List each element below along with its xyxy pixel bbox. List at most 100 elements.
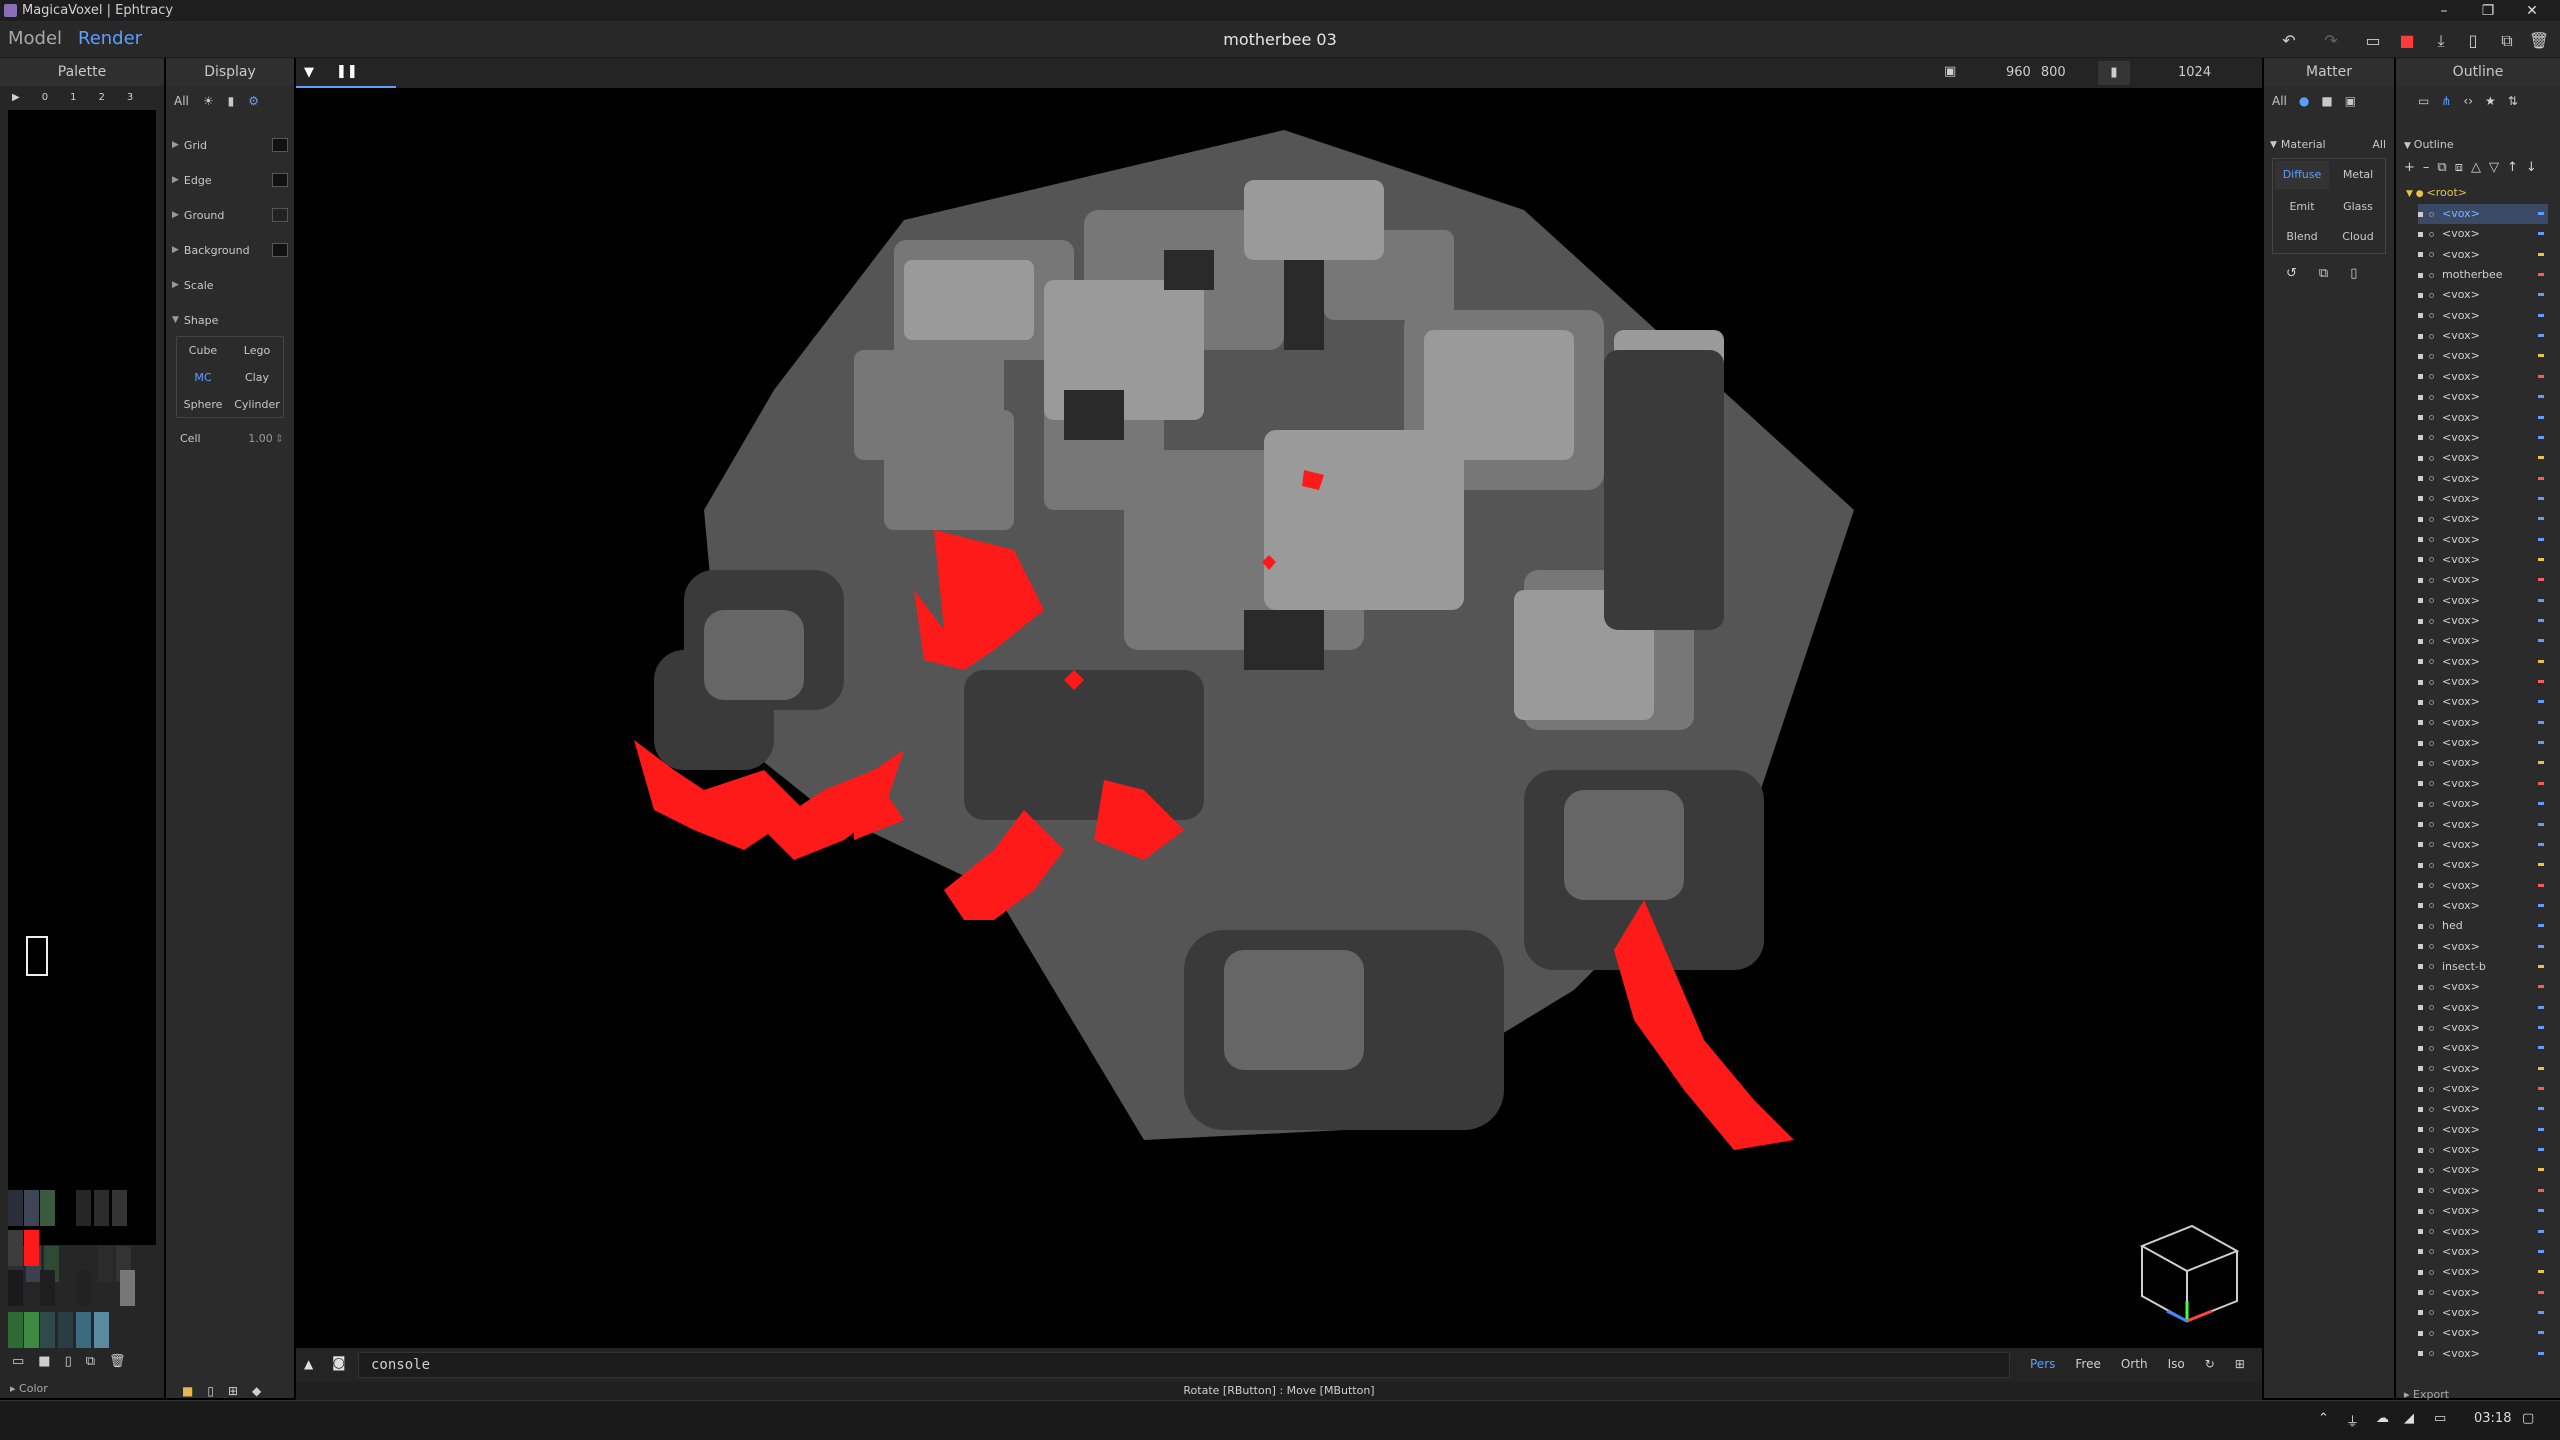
- cell-field[interactable]: Cell 1.00 ⇕: [180, 432, 284, 445]
- lock-icon[interactable]: [2429, 903, 2434, 909]
- outline-item[interactable]: <vox>: [2418, 896, 2548, 916]
- outline-item[interactable]: <vox>: [2418, 224, 2548, 244]
- lock-icon[interactable]: [2429, 333, 2434, 339]
- lock-icon[interactable]: [2429, 537, 2434, 543]
- sample-count[interactable]: 1024: [2178, 65, 2211, 80]
- paste-icon[interactable]: ▯: [2350, 266, 2357, 281]
- pause-icon[interactable]: ❚❚: [336, 64, 358, 79]
- color-section[interactable]: ▸ Color: [10, 1382, 48, 1395]
- triangle-down-icon[interactable]: ▽: [2489, 160, 2499, 175]
- lock-icon[interactable]: [2429, 842, 2434, 848]
- grid-color-swatch[interactable]: [272, 138, 288, 152]
- outline-item[interactable]: <vox>: [2418, 998, 2548, 1018]
- visibility-icon[interactable]: [2418, 903, 2423, 909]
- matter-filter-all[interactable]: All: [2272, 94, 2287, 108]
- code-icon[interactable]: ‹›: [2463, 94, 2473, 108]
- lock-icon[interactable]: [2429, 272, 2434, 278]
- outline-item[interactable]: <vox>: [2418, 611, 2548, 631]
- palette-page-2[interactable]: 2: [98, 92, 104, 103]
- lock-icon[interactable]: [2429, 1167, 2434, 1173]
- orientation-cube-icon[interactable]: [2132, 1216, 2242, 1326]
- visibility-icon[interactable]: [2418, 944, 2423, 950]
- visibility-icon[interactable]: [2418, 1351, 2423, 1357]
- palette-color[interactable]: [40, 1190, 55, 1226]
- notification-icon[interactable]: ▢: [2522, 1411, 2534, 1426]
- outline-root[interactable]: ▼ ● <root>: [2406, 186, 2467, 199]
- render-height[interactable]: 800: [2041, 65, 2066, 80]
- lock-icon[interactable]: [2429, 984, 2434, 990]
- visibility-icon[interactable]: [2418, 638, 2423, 644]
- lock-icon[interactable]: [2429, 720, 2434, 726]
- outline-item[interactable]: <vox>: [2418, 1262, 2548, 1282]
- material-all-button[interactable]: All: [2372, 138, 2386, 151]
- battery-icon[interactable]: ▭: [2434, 1411, 2446, 1426]
- lock-icon[interactable]: [2429, 964, 2434, 970]
- palette-color[interactable]: [112, 1190, 127, 1226]
- palette-page-3[interactable]: 3: [127, 92, 133, 103]
- visibility-icon[interactable]: [2418, 455, 2423, 461]
- frame-icon[interactable]: ⊞: [2235, 1357, 2245, 1371]
- lock-icon[interactable]: [2429, 1066, 2434, 1072]
- lock-icon[interactable]: [2429, 1310, 2434, 1316]
- visibility-icon[interactable]: [2418, 333, 2423, 339]
- console-input[interactable]: console: [358, 1352, 2010, 1378]
- palette-color[interactable]: [40, 1312, 55, 1348]
- redo-icon[interactable]: ↷: [2320, 31, 2342, 51]
- outline-item[interactable]: <vox>: [2418, 387, 2548, 407]
- lock-icon[interactable]: [2429, 394, 2434, 400]
- visibility-icon[interactable]: [2418, 374, 2423, 380]
- outline-item[interactable]: <vox>: [2418, 530, 2548, 550]
- palette-color[interactable]: [58, 1312, 73, 1348]
- palette-color[interactable]: [8, 1190, 23, 1226]
- open-folder-icon[interactable]: ▭: [2362, 31, 2384, 51]
- visibility-icon[interactable]: [2418, 1167, 2423, 1173]
- shape-mc-button[interactable]: MC: [177, 366, 229, 390]
- chart-icon[interactable]: ▮: [228, 94, 235, 108]
- outline-item[interactable]: <vox>: [2418, 408, 2548, 428]
- outline-item[interactable]: <vox>: [2418, 1181, 2548, 1201]
- material-blend-button[interactable]: Blend: [2275, 223, 2329, 251]
- save-icon[interactable]: ■: [2396, 31, 2418, 51]
- palette-page-0[interactable]: 0: [42, 92, 48, 103]
- sphere-icon[interactable]: ●: [2299, 94, 2309, 108]
- shape-lego-button[interactable]: Lego: [231, 339, 283, 363]
- visibility-icon[interactable]: [2418, 537, 2423, 543]
- outline-item[interactable]: <vox>: [2418, 937, 2548, 957]
- outline-item[interactable]: <vox>: [2418, 733, 2548, 753]
- onedrive-icon[interactable]: ☁: [2376, 1411, 2389, 1426]
- outline-item[interactable]: <vox>: [2418, 306, 2548, 326]
- outline-item[interactable]: <vox>: [2418, 631, 2548, 651]
- visibility-icon[interactable]: [2418, 1106, 2423, 1112]
- lock-icon[interactable]: [2429, 1025, 2434, 1031]
- outline-item[interactable]: <vox>: [2418, 367, 2548, 387]
- outline-item[interactable]: <vox>: [2418, 672, 2548, 692]
- lock-icon[interactable]: [2429, 557, 2434, 563]
- lock-icon[interactable]: [2429, 1330, 2434, 1336]
- visibility-icon[interactable]: [2418, 476, 2423, 482]
- visibility-icon[interactable]: [2418, 822, 2423, 827]
- lock-icon[interactable]: [2429, 496, 2434, 502]
- lock-icon[interactable]: [2429, 1005, 2434, 1011]
- lock-icon[interactable]: [2429, 1290, 2434, 1296]
- visibility-icon[interactable]: [2418, 760, 2423, 766]
- visibility-icon[interactable]: [2418, 313, 2423, 319]
- visibility-icon[interactable]: [2418, 557, 2423, 563]
- lock-icon[interactable]: [2429, 679, 2434, 685]
- usb-icon[interactable]: ⏚: [2346, 1411, 2359, 1430]
- network-icon[interactable]: ◢: [2404, 1411, 2414, 1426]
- shape-cylinder-button[interactable]: Cylinder: [231, 393, 283, 417]
- outline-section[interactable]: ▼ Outline: [2404, 138, 2454, 151]
- outline-item[interactable]: <vox>: [2418, 855, 2548, 875]
- palette-color[interactable]: [76, 1190, 91, 1226]
- lock-icon[interactable]: [2429, 1249, 2434, 1255]
- outline-item[interactable]: <vox>: [2418, 245, 2548, 265]
- collapse-icon[interactable]: ▼: [304, 65, 314, 80]
- lock-icon[interactable]: [2429, 822, 2434, 827]
- outline-item[interactable]: <vox>: [2418, 550, 2548, 570]
- outline-item[interactable]: <vox>: [2418, 326, 2548, 346]
- outline-item[interactable]: <vox>: [2418, 794, 2548, 814]
- palette-color[interactable]: [40, 1270, 55, 1306]
- lock-icon[interactable]: [2429, 313, 2434, 319]
- lock-icon[interactable]: [2429, 1127, 2434, 1133]
- ground-color-swatch[interactable]: [272, 208, 288, 222]
